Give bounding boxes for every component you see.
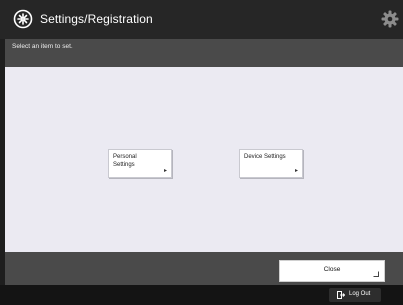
close-label: Close [323, 266, 341, 273]
logout-icon [337, 291, 345, 299]
content-area: Personal Settings ▸ Device Settings ▸ [5, 67, 403, 252]
personal-settings-button[interactable]: Personal Settings ▸ [108, 149, 172, 178]
footer: Close [5, 252, 403, 285]
close-button[interactable]: Close [279, 260, 385, 282]
subheader: Select an item to set. [5, 39, 403, 67]
title-bar: Settings/Registration [0, 0, 403, 39]
personal-settings-label: Personal Settings [113, 154, 137, 168]
page-title: Settings/Registration [40, 12, 153, 26]
logout-button[interactable]: Log Out [329, 288, 381, 302]
device-settings-label: Device Settings [244, 154, 286, 160]
chevron-right-icon: ▸ [163, 168, 167, 174]
settings-registration-icon [13, 9, 33, 29]
bottom-bar: Log Out [0, 285, 403, 305]
logout-label: Log Out [349, 291, 371, 297]
device-settings-button[interactable]: Device Settings ▸ [239, 149, 303, 178]
chevron-right-icon: ▸ [294, 168, 298, 174]
instruction-text: Select an item to set. [12, 43, 73, 50]
return-arrow-icon [373, 271, 379, 277]
settings-icon[interactable] [381, 10, 399, 28]
